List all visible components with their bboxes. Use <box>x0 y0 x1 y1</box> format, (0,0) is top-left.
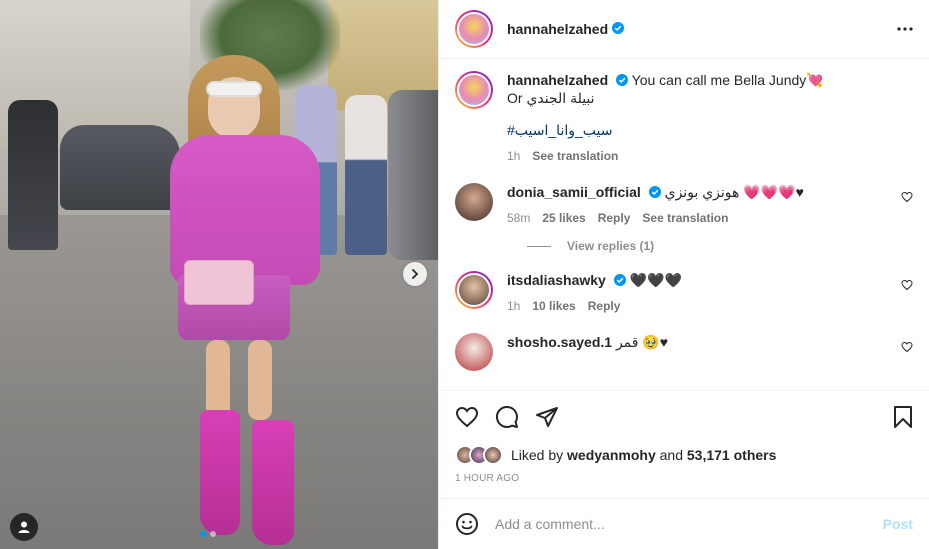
view-replies-button[interactable]: View replies (1) <box>527 239 913 253</box>
comment-like-button[interactable] <box>901 279 913 291</box>
caption-time: 1h <box>507 149 521 163</box>
verified-icon <box>645 184 661 200</box>
tagged-users-button[interactable] <box>10 513 38 541</box>
parked-car-right <box>388 90 438 260</box>
liked-by-others[interactable]: 53,171 others <box>687 447 777 463</box>
sunglasses <box>206 81 262 97</box>
post-photo[interactable] <box>0 0 438 549</box>
emoji-button[interactable] <box>455 512 479 536</box>
commenter-avatar[interactable] <box>455 271 493 309</box>
likes-summary: Liked by wedyanmohy and 53,171 others <box>439 443 929 467</box>
comment-text: هونزي بونزي 💗💗💗♥ <box>664 184 804 200</box>
author-username[interactable]: hannahelzahed <box>507 21 608 37</box>
see-translation-link[interactable]: See translation <box>642 209 728 227</box>
verified-icon <box>612 72 629 88</box>
comment-row: itsdaliashawky 🖤🖤🖤 1h 10 likes Reply <box>455 271 913 315</box>
post-panel: hannahelzahed hannahelzahed You can call… <box>438 0 929 549</box>
view-replies-label: View replies (1) <box>567 239 655 253</box>
save-button[interactable] <box>893 405 913 429</box>
reply-button[interactable]: Reply <box>588 297 621 315</box>
comments-list[interactable]: hannahelzahed You can call me Bella Jund… <box>439 59 929 390</box>
comment-username[interactable]: donia_samii_official <box>507 184 641 200</box>
comment-row: donia_samii_official هونزي بونزي 💗💗💗♥ 58… <box>455 183 913 227</box>
handbag <box>184 260 254 305</box>
liked-by-and: and <box>659 447 683 463</box>
comment-input[interactable] <box>495 516 883 532</box>
share-button[interactable] <box>535 405 559 429</box>
comment-username[interactable]: shosho.sayed.1 <box>507 334 612 350</box>
liker-avatar <box>483 445 503 465</box>
comment-time: 58m <box>507 211 531 225</box>
bystander <box>8 100 58 250</box>
carousel-dot <box>210 531 216 537</box>
chevron-right-icon <box>410 269 420 279</box>
comment-text: قمر 🥹♥ <box>615 334 669 350</box>
subject-woman <box>170 55 320 545</box>
heart-icon <box>455 405 479 429</box>
see-translation-link[interactable]: See translation <box>532 147 618 165</box>
comment-like-button[interactable] <box>901 191 913 203</box>
user-tag-icon <box>17 520 31 534</box>
more-options-button[interactable] <box>897 27 913 31</box>
comment-text: 🖤🖤🖤 <box>629 272 682 288</box>
bookmark-icon <box>893 405 913 429</box>
comment-likes[interactable]: 25 likes <box>542 209 585 227</box>
next-image-button[interactable] <box>403 262 427 286</box>
heart-icon <box>901 341 913 353</box>
bystander <box>345 95 387 255</box>
liked-by-prefix: Liked by <box>511 447 564 463</box>
comment-icon <box>495 405 519 429</box>
leg <box>248 340 272 420</box>
divider-line <box>527 245 551 247</box>
reply-button[interactable]: Reply <box>598 209 631 227</box>
pink-boot <box>200 410 240 535</box>
carousel-indicator <box>200 531 216 537</box>
comment-username[interactable]: itsdaliashawky <box>507 272 606 288</box>
action-bar <box>439 390 929 443</box>
hashtag-link[interactable]: #سيب_وانا_اسيب <box>507 121 913 139</box>
author-avatar[interactable] <box>455 10 493 48</box>
post-comment-button[interactable]: Post <box>883 516 913 532</box>
comment-button[interactable] <box>495 405 519 429</box>
like-button[interactable] <box>455 405 479 429</box>
parked-car <box>60 125 180 210</box>
liked-by-user[interactable]: wedyanmohy <box>567 447 656 463</box>
send-icon <box>535 405 559 429</box>
emoji-icon <box>455 512 479 536</box>
post-timestamp: 1 HOUR AGO <box>455 473 520 484</box>
verified-icon <box>608 20 625 38</box>
commenter-avatar[interactable] <box>455 333 493 371</box>
caption-avatar[interactable] <box>455 71 493 109</box>
comment-likes[interactable]: 10 likes <box>532 297 575 315</box>
comment-like-button[interactable] <box>901 341 913 353</box>
carousel-dot-active <box>200 531 206 537</box>
verified-icon <box>610 272 626 288</box>
add-comment-bar: Post <box>439 498 929 549</box>
pink-boot <box>252 420 294 545</box>
caption-text: You can call me Bella Jundy💘 <box>631 72 824 88</box>
liker-avatars[interactable] <box>455 445 503 465</box>
post-header: hannahelzahed <box>439 0 929 59</box>
caption: hannahelzahed You can call me Bella Jund… <box>455 71 913 165</box>
comment-row: shosho.sayed.1 قمر 🥹♥ <box>455 333 913 371</box>
caption-username[interactable]: hannahelzahed <box>507 72 608 88</box>
comment-time: 1h <box>507 299 521 313</box>
leg <box>206 340 230 420</box>
caption-text-line2: Or نبيلة الجندي <box>507 90 595 106</box>
heart-icon <box>901 279 913 291</box>
heart-icon <box>901 191 913 203</box>
commenter-avatar[interactable] <box>455 183 493 221</box>
more-horizontal-icon <box>897 27 913 31</box>
